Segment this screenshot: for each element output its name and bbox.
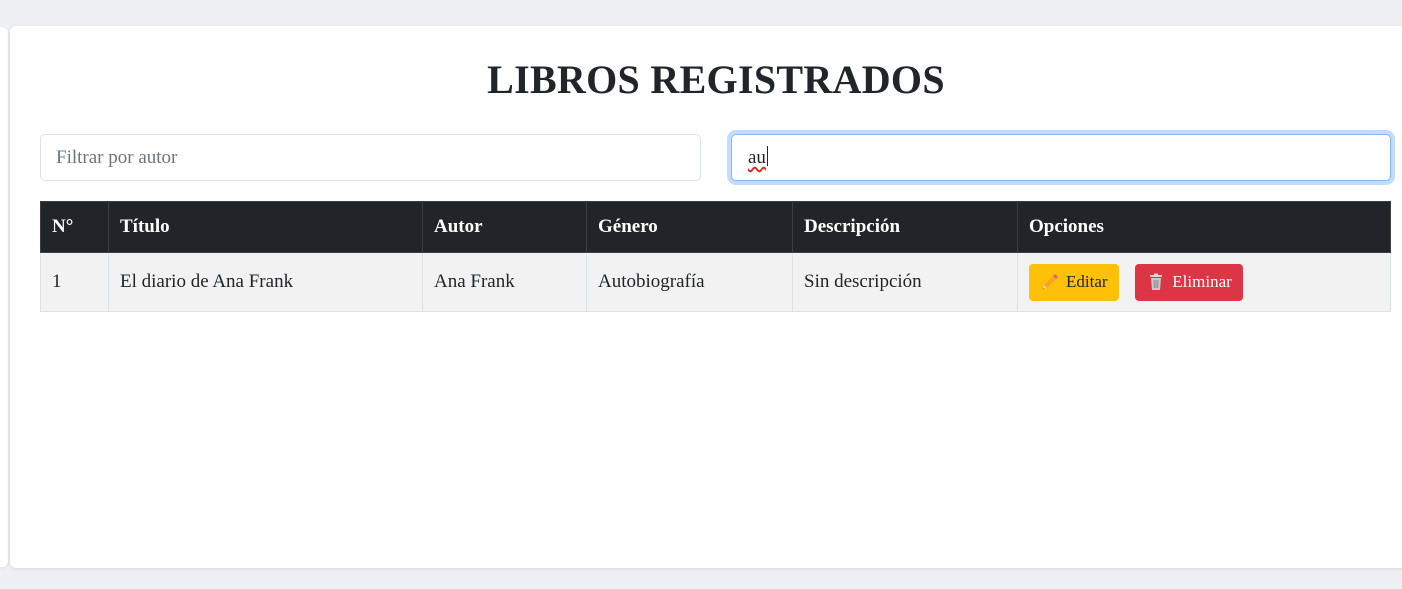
delete-button[interactable]: Eliminar bbox=[1135, 263, 1243, 301]
trash-icon bbox=[1146, 272, 1166, 292]
column-header-author: Autor bbox=[422, 201, 587, 253]
column-header-title: Título bbox=[108, 201, 423, 253]
books-table: N° Título Autor Género Descripción Opcio… bbox=[40, 201, 1391, 312]
edit-button[interactable]: Editar bbox=[1029, 263, 1119, 301]
column-header-genre: Género bbox=[586, 201, 793, 253]
search-input[interactable]: au bbox=[731, 134, 1391, 181]
delete-button-label: Eliminar bbox=[1172, 272, 1232, 291]
text-caret bbox=[766, 146, 768, 166]
column-header-description: Descripción bbox=[792, 201, 1018, 253]
cell-options: Editar Eliminar bbox=[1017, 252, 1391, 312]
cell-title: El diario de Ana Frank bbox=[108, 252, 423, 312]
column-header-options: Opciones bbox=[1017, 201, 1391, 253]
books-card: LIBROS REGISTRADOS au N° Título Autor Gé… bbox=[10, 26, 1402, 568]
column-header-number: N° bbox=[40, 201, 109, 253]
edit-button-label: Editar bbox=[1066, 272, 1108, 291]
cell-genre: Autobiografía bbox=[586, 252, 793, 312]
table-header-row: N° Título Autor Género Descripción Opcio… bbox=[40, 201, 1391, 253]
author-filter-input[interactable] bbox=[40, 134, 701, 181]
table-row: 1 El diario de Ana Frank Ana Frank Autob… bbox=[40, 252, 1391, 312]
cell-author: Ana Frank bbox=[422, 252, 587, 312]
cell-description: Sin descripción bbox=[792, 252, 1018, 312]
search-input-value: au bbox=[748, 147, 766, 168]
cell-number: 1 bbox=[40, 252, 109, 312]
pencil-icon bbox=[1040, 272, 1060, 292]
page-title: LIBROS REGISTRADOS bbox=[487, 57, 945, 102]
background-panel-edge bbox=[0, 27, 8, 567]
